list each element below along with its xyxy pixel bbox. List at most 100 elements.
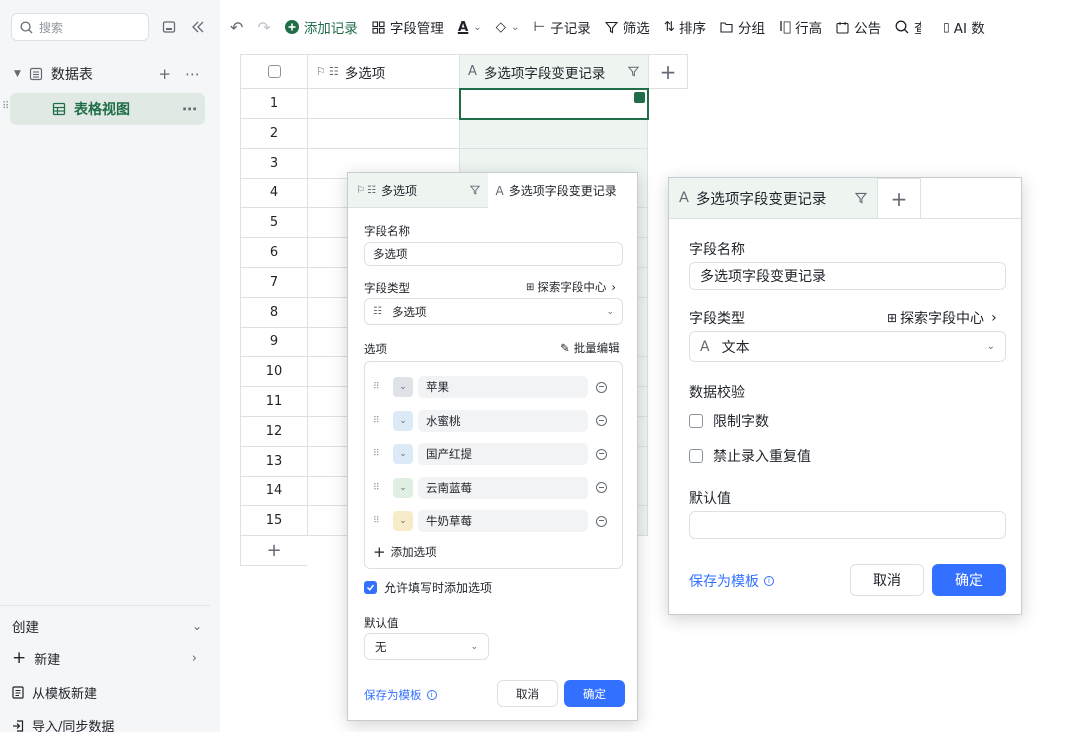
tab-text[interactable]: A 多选项字段变更记录 bbox=[669, 178, 877, 218]
notice-button[interactable]: 公告 bbox=[836, 17, 881, 37]
default-value-label: 默认值 bbox=[689, 491, 731, 507]
batch-edit-button[interactable]: ✎ 批量编辑 bbox=[560, 340, 620, 356]
explore-field-center-link[interactable]: ⊞ 探索字段中心 › bbox=[887, 308, 997, 328]
selected-cell[interactable] bbox=[459, 88, 649, 120]
sidebar-item-grid-view[interactable]: 表格视图 ⋯ bbox=[10, 93, 205, 125]
field-type-select[interactable]: A 文本 ⌄ bbox=[689, 331, 1006, 362]
field-name-label: 字段名称 bbox=[689, 242, 745, 258]
select-all-checkbox[interactable] bbox=[240, 54, 307, 89]
tab-text[interactable]: A 多选项字段变更记录 bbox=[488, 173, 637, 208]
option-row[interactable]: ⠿ ⌄ 水蜜桃 bbox=[373, 409, 618, 433]
search-partial-label: 查 bbox=[914, 21, 922, 37]
group-button[interactable]: 分组 bbox=[720, 17, 765, 37]
remove-option-icon[interactable] bbox=[596, 448, 607, 460]
option-row[interactable]: ⠿ ⌄ 国产红提 bbox=[373, 442, 618, 466]
search-input[interactable]: 搜索 bbox=[11, 13, 149, 41]
drag-handle-icon[interactable]: ⠿ bbox=[373, 516, 393, 526]
field-name-input[interactable]: 多选项字段变更记录 bbox=[689, 262, 1006, 290]
sub-record-button[interactable]: ⊢ 子记录 bbox=[533, 17, 590, 37]
text-type-icon: A bbox=[700, 338, 710, 355]
more-icon[interactable]: ⋯ bbox=[185, 65, 200, 83]
remove-option-icon[interactable] bbox=[596, 482, 607, 493]
option-color-picker[interactable]: ⌄ bbox=[393, 410, 413, 431]
filter-icon[interactable] bbox=[628, 66, 639, 77]
default-value-input[interactable] bbox=[689, 511, 1006, 539]
new-item[interactable]: + 新建 › bbox=[12, 649, 197, 669]
cell-multi[interactable] bbox=[307, 89, 459, 119]
add-icon[interactable]: + bbox=[158, 65, 171, 83]
explore-field-center-link[interactable]: ⊞ 探索字段中心 › bbox=[526, 279, 616, 295]
collapse-sidebar-icon[interactable] bbox=[188, 17, 208, 37]
option-row[interactable]: ⠿ ⌄ 云南蓝莓 bbox=[373, 476, 618, 500]
drag-handle-icon[interactable]: ⠿ bbox=[373, 483, 393, 493]
field-manage-button[interactable]: 字段管理 bbox=[372, 17, 444, 37]
ai-button[interactable]: ▯ AI 数 bbox=[943, 17, 985, 37]
add-field-button[interactable]: + bbox=[877, 178, 921, 218]
sort-button[interactable]: ⇅ 排序 bbox=[664, 17, 706, 37]
collapse-panel-icon[interactable] bbox=[159, 17, 179, 37]
redo-icon[interactable]: ↷ bbox=[257, 18, 270, 37]
add-row-button[interactable]: + bbox=[240, 536, 307, 566]
column-header-multi[interactable]: ⚐ ☷ 多选项 bbox=[307, 54, 459, 89]
field-type-value: 多选项 bbox=[391, 304, 427, 319]
default-value-select[interactable]: 无 ⌄ bbox=[364, 633, 489, 660]
confirm-button[interactable]: 确定 bbox=[564, 680, 625, 707]
expand-icon[interactable] bbox=[634, 92, 645, 103]
option-color-picker[interactable]: ⌄ bbox=[393, 377, 413, 397]
import-item[interactable]: 导入/同步数据 bbox=[12, 716, 114, 732]
remove-option-icon[interactable] bbox=[596, 515, 607, 527]
cell-text[interactable] bbox=[459, 118, 648, 149]
fill-color-button[interactable]: ◇ ⌄ bbox=[496, 19, 520, 35]
tab-multi[interactable]: ⚐ ☷ 多选项 bbox=[348, 173, 488, 208]
search-button[interactable]: 查 bbox=[895, 17, 921, 37]
field-name-label: 字段名称 bbox=[364, 224, 410, 238]
allow-add-option-checkbox[interactable]: 允许填写时添加选项 bbox=[364, 579, 492, 596]
caret-down-icon[interactable]: ▼ bbox=[14, 69, 21, 79]
remove-option-icon[interactable] bbox=[596, 415, 607, 426]
save-as-template-link[interactable]: 保存为模板 i bbox=[364, 687, 437, 703]
search-icon bbox=[895, 20, 909, 34]
option-color-picker[interactable]: ⌄ bbox=[393, 511, 413, 531]
add-record-button[interactable]: 添加记录 bbox=[284, 17, 358, 37]
cancel-button[interactable]: 取消 bbox=[850, 564, 924, 596]
chevron-down-icon[interactable]: ⌄ bbox=[192, 619, 202, 633]
limit-chars-checkbox[interactable]: 限制字数 bbox=[689, 411, 769, 431]
field-type-select[interactable]: ☷ 多选项 ⌄ bbox=[364, 298, 623, 325]
drag-handle-icon[interactable]: ⠿ bbox=[373, 382, 393, 392]
option-name-input[interactable]: 国产红提 bbox=[418, 443, 588, 465]
option-color-picker[interactable]: ⌄ bbox=[393, 477, 413, 498]
drag-handle-icon[interactable]: ⠿ bbox=[2, 101, 9, 112]
confirm-button[interactable]: 确定 bbox=[932, 564, 1006, 596]
remove-option-icon[interactable] bbox=[596, 381, 607, 393]
filter-icon bbox=[469, 185, 480, 195]
from-template-item[interactable]: 从模板新建 bbox=[12, 683, 97, 702]
table-row[interactable]: 2 bbox=[240, 118, 648, 149]
add-option-button[interactable]: + 添加选项 bbox=[373, 543, 437, 561]
document-icon bbox=[12, 686, 24, 699]
row-height-button[interactable]: I⃞ 行高 bbox=[779, 17, 822, 37]
filter-button[interactable]: 筛选 bbox=[604, 17, 650, 37]
text-color-button[interactable]: A ⌄ bbox=[458, 19, 482, 35]
add-column-button[interactable]: + bbox=[648, 54, 688, 89]
sidebar-item-datatable[interactable]: ▼ 数据表 + ⋯ bbox=[0, 58, 210, 90]
option-name-input[interactable]: 云南蓝莓 bbox=[418, 476, 588, 499]
checkbox-icon bbox=[689, 414, 703, 428]
more-icon[interactable]: ⋯ bbox=[182, 100, 197, 118]
field-name-input[interactable]: 多选项 bbox=[364, 242, 623, 266]
option-row[interactable]: ⠿ ⌄ 牛奶草莓 bbox=[373, 509, 618, 533]
option-row[interactable]: ⠿ ⌄ 苹果 bbox=[373, 375, 618, 399]
option-name-input[interactable]: 牛奶草莓 bbox=[418, 510, 588, 532]
save-as-template-link[interactable]: 保存为模板 i bbox=[689, 571, 774, 591]
undo-icon[interactable]: ↶ bbox=[230, 18, 243, 37]
column-header-text[interactable]: A 多选项字段变更记录 bbox=[459, 54, 648, 89]
cell-multi[interactable] bbox=[307, 118, 459, 149]
option-name-input[interactable]: 苹果 bbox=[418, 376, 588, 398]
drag-handle-icon[interactable]: ⠿ bbox=[373, 449, 393, 459]
text-type-icon: A bbox=[495, 183, 504, 198]
cancel-button[interactable]: 取消 bbox=[497, 680, 558, 707]
option-name-input[interactable]: 水蜜桃 bbox=[418, 409, 588, 432]
option-color-picker[interactable]: ⌄ bbox=[393, 444, 413, 464]
no-duplicates-checkbox[interactable]: 禁止录入重复值 bbox=[689, 446, 811, 466]
drag-handle-icon[interactable]: ⠿ bbox=[373, 416, 393, 426]
create-section[interactable]: 创建 ⌄ bbox=[12, 616, 202, 636]
